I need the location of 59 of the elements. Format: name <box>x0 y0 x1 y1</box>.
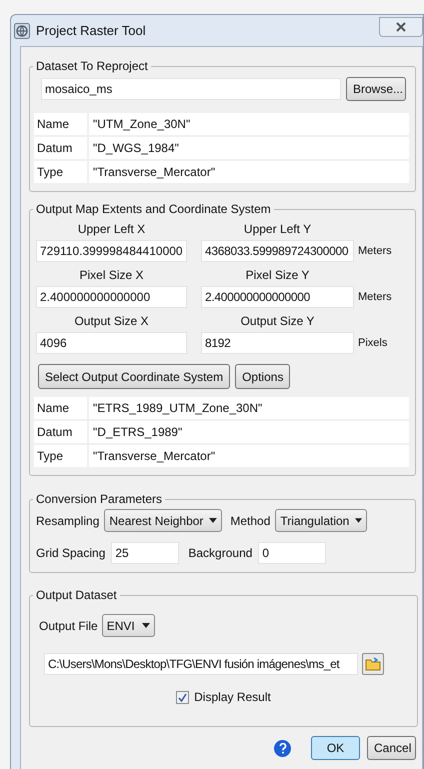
select-coordinate-system-button[interactable]: Select Output Coordinate System <box>38 364 230 389</box>
table-cell: Datum <box>34 421 87 443</box>
input-field[interactable]: mosaico_ms <box>41 78 341 100</box>
field-label: Pixel Size X <box>79 268 144 282</box>
window-title: Project Raster Tool <box>36 22 146 40</box>
dropdown[interactable]: ENVI <box>102 614 155 637</box>
table-cell: Name <box>34 397 87 419</box>
globe-icon <box>14 22 30 38</box>
field-label: Method <box>230 512 270 530</box>
field-label: Upper Left X <box>78 222 146 236</box>
table-cell: "Transverse_Mercator" <box>89 161 409 183</box>
table-cell: Datum <box>34 137 87 159</box>
ok-button[interactable]: OK <box>311 736 360 760</box>
folder-button[interactable] <box>362 653 384 675</box>
table-cell: "D_ETRS_1989" <box>89 421 409 443</box>
group-title: Dataset To Reproject <box>36 59 148 73</box>
group-title: Output Map Extents and Coordinate System <box>36 202 271 216</box>
field-label: Output Size X <box>74 314 149 328</box>
field-label: Resampling <box>36 512 100 530</box>
table-cell: "ETRS_1989_UTM_Zone_30N" <box>89 397 409 419</box>
field-label: Output Size Y <box>240 314 314 328</box>
table-cell: "Transverse_Mercator" <box>89 445 409 467</box>
table-cell: Name <box>34 113 87 135</box>
caret-icon <box>355 518 362 523</box>
checkbox[interactable] <box>176 690 190 704</box>
group-title: Conversion Parameters <box>36 492 162 506</box>
unit-label: Meters <box>358 290 392 305</box>
cancel-button[interactable]: Cancel <box>367 736 416 760</box>
dropdown[interactable]: Nearest Neighbor <box>104 509 222 532</box>
table-cell: Type <box>34 161 87 183</box>
group-title: Output Dataset <box>36 588 117 602</box>
input-field[interactable]: C:\Users\Mons\Desktop\TFG\ENVI fusión imágenes\ms_et <box>44 653 358 675</box>
input-field[interactable]: 2.400000000000000 <box>201 286 354 308</box>
options-button[interactable]: Options <box>235 364 290 389</box>
field-label: Output File <box>39 618 98 634</box>
input-field[interactable]: 0 <box>258 542 326 564</box>
help-icon[interactable] <box>274 740 291 756</box>
close-button[interactable] <box>379 16 423 36</box>
input-field[interactable]: 4368033.599989724300000 <box>201 240 354 262</box>
field-label: Upper Left Y <box>244 222 312 236</box>
input-field[interactable]: 4096 <box>36 332 187 354</box>
browse-button[interactable]: Browse... <box>346 77 406 101</box>
caret-icon <box>209 518 218 523</box>
input-field[interactable]: 8192 <box>201 332 354 354</box>
table-cell: "UTM_Zone_30N" <box>89 113 409 135</box>
input-field[interactable]: 2.400000000000000 <box>36 286 187 308</box>
unit-label: Meters <box>358 244 392 259</box>
dropdown[interactable]: Triangulation <box>275 509 368 532</box>
table-cell: "D_WGS_1984" <box>89 137 409 159</box>
field-label: Background <box>188 545 252 562</box>
field-label: Grid Spacing <box>36 545 106 562</box>
checkbox-label: Display Result <box>194 689 271 706</box>
table-cell: Type <box>34 445 87 467</box>
close-icon <box>395 22 407 32</box>
input-field[interactable]: 25 <box>111 542 180 564</box>
caret-icon <box>142 623 150 628</box>
field-label: Pixel Size Y <box>246 268 310 282</box>
input-field[interactable]: 729110.399998484410000 <box>36 240 187 262</box>
unit-label: Pixels <box>358 336 388 351</box>
